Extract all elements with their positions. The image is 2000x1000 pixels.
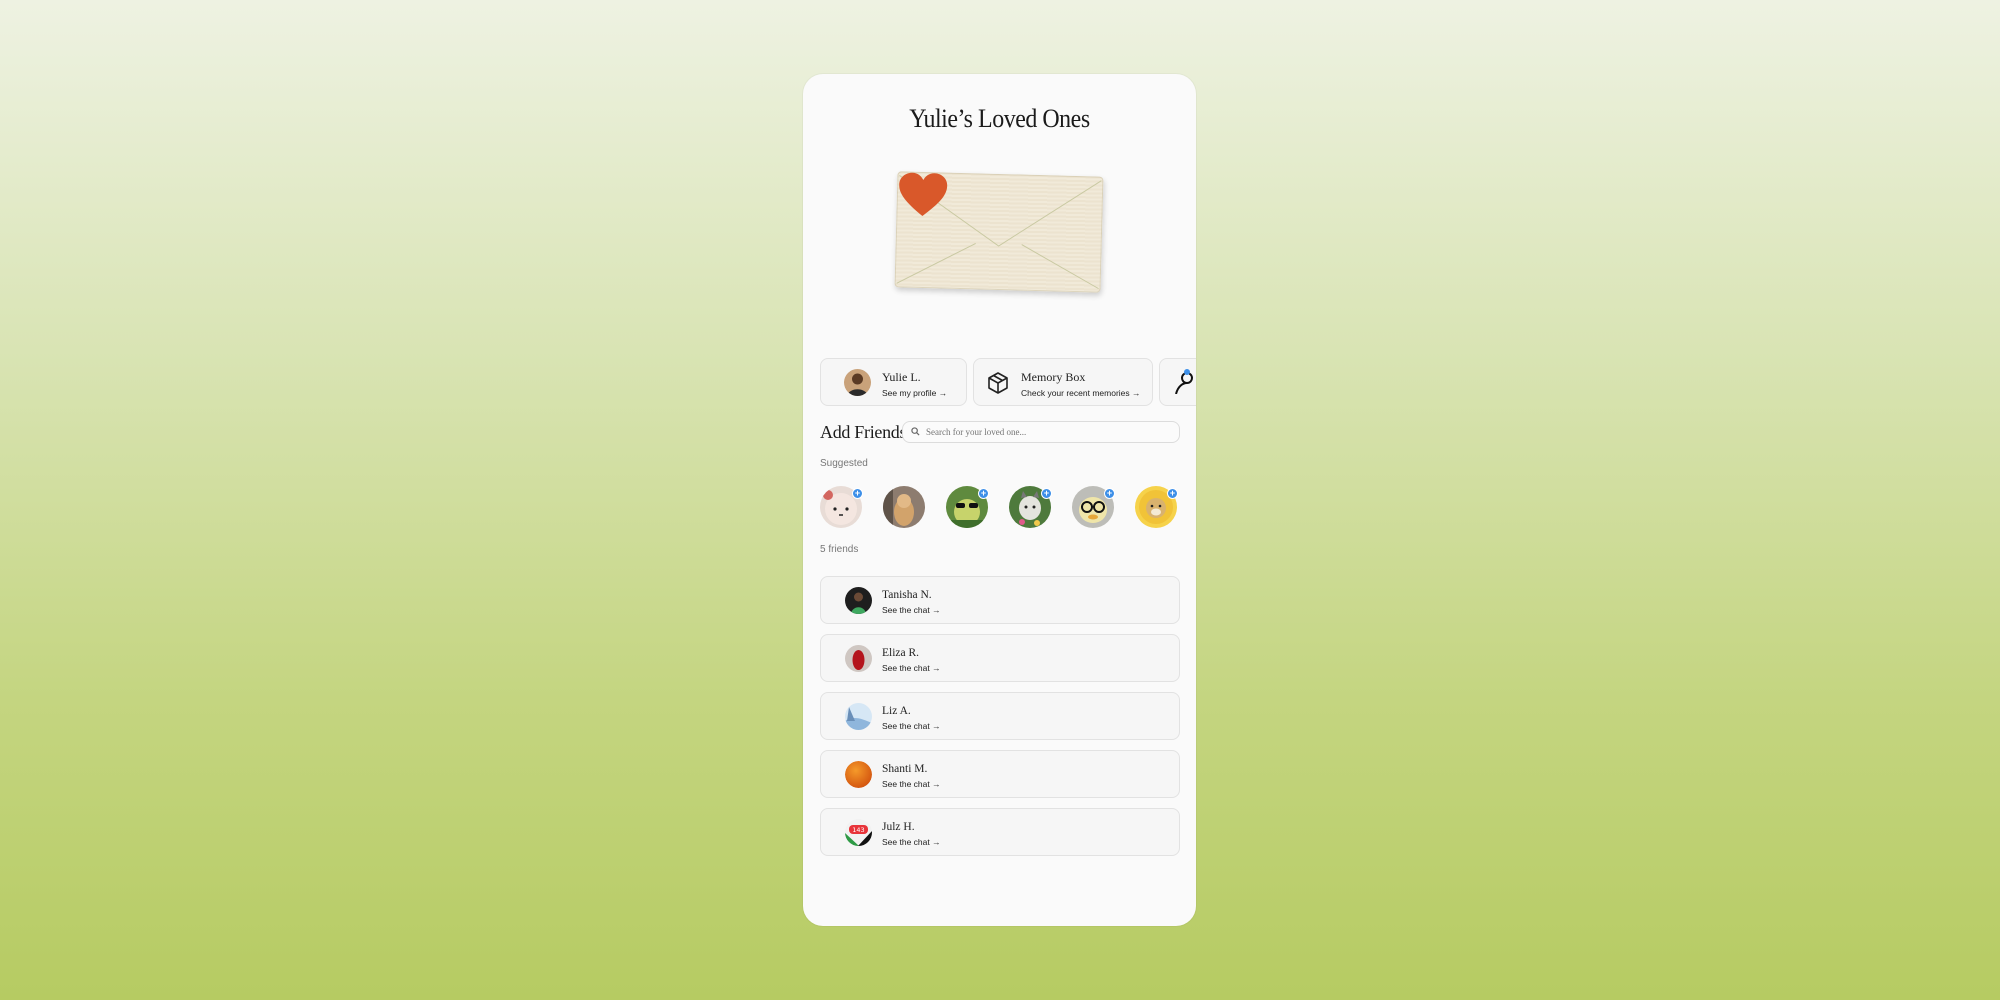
profile-card-link[interactable]: See my profile → xyxy=(882,388,947,398)
notification-dot xyxy=(1184,369,1190,375)
partial-card[interactable] xyxy=(1159,358,1196,406)
see-chat-link[interactable]: See the chat → xyxy=(882,779,941,789)
friend-row[interactable]: 143 Julz H. See the chat → xyxy=(820,808,1180,856)
search-icon xyxy=(911,423,920,441)
add-icon[interactable]: + xyxy=(1041,488,1052,499)
add-icon[interactable]: + xyxy=(978,488,989,499)
quick-cards: Yulie L. See my profile → Memory Box Che… xyxy=(820,358,1196,406)
cat-avatar xyxy=(883,486,925,528)
memory-box-title: Memory Box xyxy=(1021,370,1086,384)
see-chat-link[interactable]: See the chat → xyxy=(882,837,941,847)
friend-name: Eliza R. xyxy=(882,647,920,659)
add-icon[interactable]: + xyxy=(1167,488,1178,499)
see-chat-link[interactable]: See the chat → xyxy=(882,721,941,731)
search-input[interactable] xyxy=(926,427,1166,437)
box-icon xyxy=(986,371,1010,400)
profile-card-title: Yulie L. xyxy=(882,370,921,384)
suggested-friend[interactable]: + xyxy=(820,486,863,528)
see-chat-link[interactable]: See the chat → xyxy=(882,663,941,673)
suggested-friend[interactable]: + xyxy=(1009,486,1052,528)
page-title: Yulie’s Loved Ones xyxy=(909,104,1090,133)
add-icon[interactable]: + xyxy=(1104,488,1115,499)
friend-avatar: 143 xyxy=(845,819,872,846)
add-friends-heading: Add Friends xyxy=(820,422,907,442)
suggested-friend[interactable] xyxy=(883,486,925,528)
suggested-label: Suggested xyxy=(820,458,868,469)
friend-avatar xyxy=(845,645,872,672)
friend-row[interactable]: Liz A. See the chat → xyxy=(820,692,1180,740)
friend-avatar xyxy=(845,703,872,730)
friend-row[interactable]: Eliza R. See the chat → xyxy=(820,634,1180,682)
friend-avatar xyxy=(845,587,872,614)
add-icon[interactable]: + xyxy=(852,488,863,499)
suggested-friend[interactable]: + xyxy=(1072,486,1115,528)
friend-avatar xyxy=(845,761,872,788)
search-bar[interactable] xyxy=(902,421,1180,443)
see-chat-link[interactable]: See the chat → xyxy=(882,605,941,615)
friends-count: 5 friends xyxy=(820,544,859,555)
suggested-friend[interactable]: + xyxy=(1135,486,1178,528)
avatar xyxy=(844,369,871,396)
friend-name: Tanisha N. xyxy=(882,589,932,601)
friend-row[interactable]: Shanti M. See the chat → xyxy=(820,750,1180,798)
envelope-illustration xyxy=(894,171,1108,296)
suggested-friend[interactable]: + xyxy=(946,486,989,528)
app-panel: Yulie’s Loved Ones Yulie L. See my profi… xyxy=(803,74,1196,926)
memory-box-link[interactable]: Check your recent memories → xyxy=(1021,388,1141,398)
heart-seal-icon xyxy=(899,172,948,216)
memory-box-card[interactable]: Memory Box Check your recent memories → xyxy=(973,358,1153,406)
friend-name: Liz A. xyxy=(882,705,911,717)
badge-count: 143 xyxy=(852,826,864,834)
friend-name: Shanti M. xyxy=(882,763,928,775)
friend-row[interactable]: Tanisha N. See the chat → xyxy=(820,576,1180,624)
profile-card[interactable]: Yulie L. See my profile → xyxy=(820,358,967,406)
friend-name: Julz H. xyxy=(882,821,915,833)
